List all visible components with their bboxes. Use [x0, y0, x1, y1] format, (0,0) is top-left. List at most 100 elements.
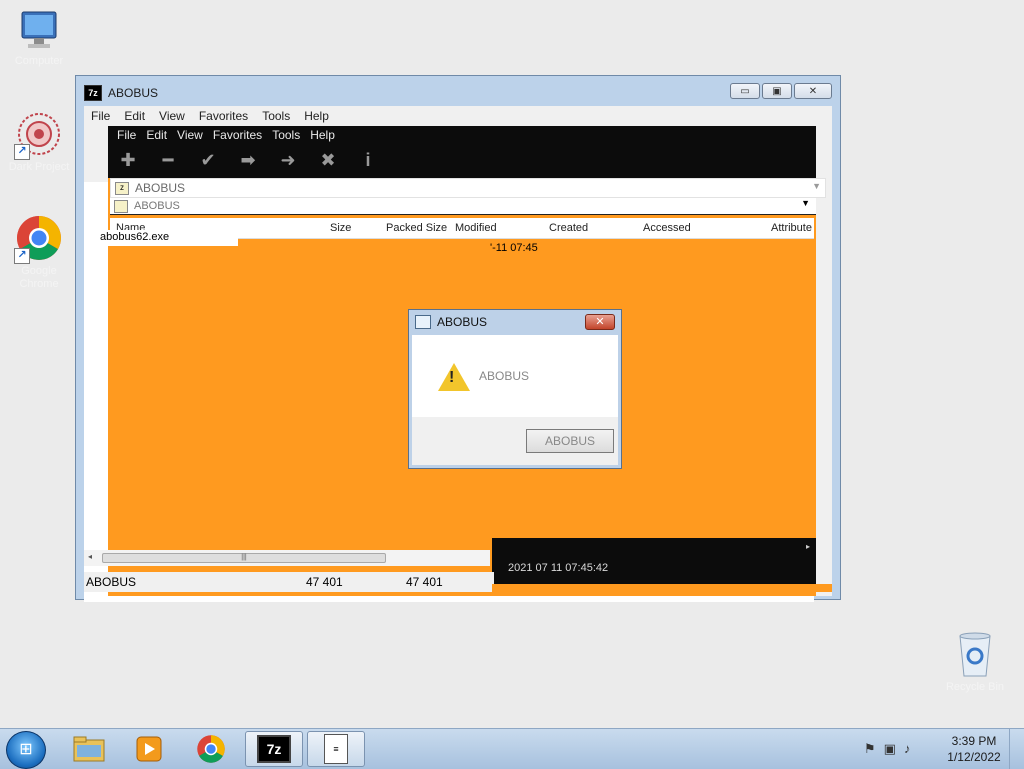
menu-edit[interactable]: Edit [117, 109, 152, 123]
dialog-titlebar[interactable]: ABOBUS [415, 315, 487, 329]
ghost-address-text: ABOBUS [134, 200, 180, 212]
archive-icon: z [115, 181, 129, 195]
taskbar: ⊞ 7z ≡ ⚑ ▣ ♪ 3:39 PM 1/12/2022 [0, 728, 1024, 769]
modified-date: '-11 07:45 [490, 242, 538, 254]
taskbar-chrome[interactable] [182, 731, 240, 767]
taskbar-media-player[interactable] [120, 731, 178, 767]
status-size: 47 401 [306, 575, 343, 589]
warning-exclamation-icon: ! [449, 369, 455, 386]
chevron-down-icon[interactable]: ▼ [812, 181, 821, 191]
action-center-flag-icon[interactable]: ⚑ [864, 741, 876, 757]
column-modified[interactable]: Modified [455, 222, 497, 234]
dark-panel-artifact: ▸ 2021 07 11 07:45:42 [492, 538, 816, 584]
desktop-icon-label: Dark Project [8, 161, 70, 173]
recycle-bin-icon [959, 632, 991, 677]
shortcut-arrow-icon: ↗ [14, 144, 30, 160]
clock-time: 3:39 PM [951, 734, 997, 748]
column-accessed[interactable]: Accessed [643, 222, 691, 234]
file-name: abobus62.exe [100, 231, 170, 243]
ghost-menu-favorites[interactable]: Favorites [208, 128, 267, 142]
maximize-button[interactable]: ▣ [762, 83, 792, 99]
media-player-icon [136, 736, 162, 762]
taskbar-explorer[interactable] [60, 731, 118, 767]
start-button[interactable]: ⊞ [6, 731, 46, 769]
menu-view[interactable]: View [152, 109, 192, 123]
column-packed-size[interactable]: Packed Size [386, 222, 447, 234]
timestamp-text: 2021 07 11 07:45:42 [508, 562, 609, 574]
status-label: ABOBUS [86, 575, 137, 589]
window-titlebar[interactable]: 7z ABOBUS [84, 84, 158, 102]
ghost-address-bar[interactable]: ABOBUS ▼ [110, 198, 816, 215]
table-row[interactable]: abobus62.exe [98, 230, 238, 246]
network-icon[interactable]: ▣ [884, 741, 896, 757]
ghost-menu-tools[interactable]: Tools [267, 128, 305, 142]
dialog-body: ! ABOBUS [412, 335, 618, 417]
menu-help[interactable]: Help [297, 109, 336, 123]
info-icon[interactable]: i [358, 150, 378, 171]
menu-favorites[interactable]: Favorites [192, 109, 255, 123]
dialog-title: ABOBUS [437, 315, 488, 329]
minimize-button[interactable]: ▭ [730, 83, 760, 99]
status-packed-size: 47 401 [406, 575, 443, 589]
ghost-menu-edit[interactable]: Edit [141, 128, 172, 142]
extract-icon[interactable]: ━ [158, 150, 178, 171]
menu-bar: File Edit View Favorites Tools Help [84, 106, 832, 126]
desktop-icon-label: Recycle Bin [945, 681, 1005, 693]
volume-icon[interactable]: ♪ [904, 741, 911, 757]
show-desktop-button[interactable] [1009, 729, 1024, 769]
menu-tools[interactable]: Tools [255, 109, 297, 123]
caption-buttons: ▭ ▣ ✕ [730, 83, 832, 99]
folder-icon [114, 199, 128, 213]
ghost-toolbar: File Edit View Favorites Tools Help ✚ ━ … [108, 126, 816, 178]
dialog-close-button[interactable]: ✕ [585, 314, 615, 330]
desktop-icon-label: Google Chrome [19, 265, 59, 290]
explorer-icon [73, 736, 105, 762]
ghost-menu-help[interactable]: Help [305, 128, 340, 142]
test-icon[interactable]: ✔ [198, 150, 218, 171]
ghost-menu-view[interactable]: View [172, 128, 208, 142]
computer-icon [21, 11, 57, 48]
column-size[interactable]: Size [330, 222, 351, 234]
ghost-menu-bar: File Edit View Favorites Tools Help [112, 128, 340, 142]
menu-file[interactable]: File [84, 109, 117, 123]
7zip-icon: 7z [257, 735, 291, 763]
warning-dialog[interactable]: ABOBUS ✕ ! ABOBUS ABOBUS [408, 309, 622, 469]
column-created[interactable]: Created [549, 222, 588, 234]
orange-strip-artifact [492, 584, 832, 592]
dialog-footer: ABOBUS [412, 417, 618, 465]
taskbar-7zip[interactable]: 7z [245, 731, 303, 767]
clock[interactable]: 3:39 PM 1/12/2022 [940, 733, 1008, 765]
scroll-left-icon[interactable]: ◂ [88, 552, 92, 561]
desktop-icon-computer[interactable]: Computer [2, 8, 76, 68]
scrollbar-thumb[interactable]: ||| [102, 553, 386, 563]
desktop-icon-chrome[interactable]: ↗ Google Chrome [2, 214, 76, 291]
address-text: ABOBUS [135, 181, 186, 195]
document-icon: ≡ [324, 734, 348, 764]
toolbar-buttons: ✚ ━ ✔ ➡ ➜ ✖ i [118, 150, 378, 171]
scroll-right-icon[interactable]: ▸ [806, 542, 810, 551]
add-icon[interactable]: ✚ [118, 150, 138, 171]
status-bar: ABOBUS 47 401 47 401 [84, 572, 494, 592]
7zip-logo-icon: 7z [84, 85, 102, 101]
clock-date: 1/12/2022 [947, 750, 1001, 764]
column-attribute[interactable]: Attribute [771, 222, 812, 234]
window-icon [415, 315, 431, 329]
ghost-menu-file[interactable]: File [112, 128, 141, 142]
desktop-icon-dark-project[interactable]: ↗ Dark Project [2, 110, 76, 174]
copy-icon[interactable]: ➡ [238, 150, 258, 171]
address-bar[interactable]: z ABOBUS ▼ [110, 178, 826, 198]
shortcut-arrow-icon: ↗ [14, 248, 30, 264]
window-title: ABOBUS [108, 86, 159, 100]
dialog-message: ABOBUS [479, 369, 530, 383]
delete-icon[interactable]: ✖ [318, 150, 338, 171]
close-button[interactable]: ✕ [794, 83, 832, 99]
desktop-icon-recycle-bin[interactable]: Recycle Bin [938, 630, 1012, 694]
dialog-ok-button[interactable]: ABOBUS [526, 429, 614, 453]
horizontal-scrollbar[interactable]: ◂ ||| [84, 550, 490, 566]
taskbar-document[interactable]: ≡ [307, 731, 365, 767]
chrome-icon [197, 735, 225, 763]
desktop-icon-label: Computer [14, 55, 64, 67]
move-icon[interactable]: ➜ [278, 150, 298, 171]
system-tray: ⚑ ▣ ♪ [864, 741, 910, 757]
chevron-down-icon[interactable]: ▼ [801, 198, 810, 208]
